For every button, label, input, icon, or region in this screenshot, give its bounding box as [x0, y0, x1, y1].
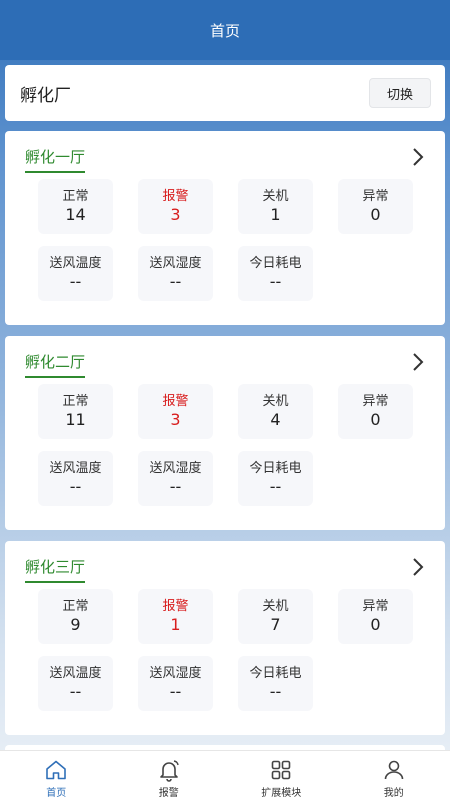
tab-label: 我的 [383, 788, 404, 799]
stat-normal: 正常 9 [38, 589, 113, 644]
home-icon [46, 760, 67, 780]
grid-icon [271, 760, 291, 780]
tab-alarm[interactable]: 报警 [113, 751, 226, 800]
stat-power-today: 今日耗电 -- [238, 246, 313, 301]
stat-alarm: 报警 3 [138, 384, 213, 439]
tab-label: 首页 [46, 788, 67, 799]
hall-card-1[interactable]: 孵化一厅 正常 14 报警 3 关机 1 异常 0 送风温度 -- 送风湿度 -… [5, 131, 445, 325]
stat-alarm: 报警 3 [138, 179, 213, 234]
stat-abnormal: 异常 0 [338, 179, 413, 234]
top-header: 首页 [0, 0, 450, 60]
bell-icon [159, 760, 179, 782]
stat-supply-humidity: 送风湿度 -- [138, 451, 213, 506]
hall-title: 孵化一厅 [25, 146, 86, 173]
bottom-tab-bar: 首页 报警 扩展模块 我的 [0, 750, 450, 800]
stat-off: 关机 7 [238, 589, 313, 644]
factory-name: 孵化厂 [20, 85, 71, 106]
stat-supply-temp: 送风温度 -- [38, 246, 113, 301]
stat-abnormal: 异常 0 [338, 589, 413, 644]
stat-abnormal: 异常 0 [338, 384, 413, 439]
factory-selector-bar: 孵化厂 切换 [5, 65, 445, 121]
stat-power-today: 今日耗电 -- [238, 656, 313, 711]
stat-supply-temp: 送风温度 -- [38, 451, 113, 506]
chevron-right-icon[interactable] [411, 557, 425, 577]
stat-supply-temp: 送风温度 -- [38, 656, 113, 711]
tab-label: 报警 [158, 788, 179, 799]
chevron-right-icon[interactable] [411, 147, 425, 167]
chevron-right-icon[interactable] [411, 352, 425, 372]
tab-label: 扩展模块 [261, 788, 302, 799]
hall-title: 孵化三厅 [25, 556, 86, 583]
stat-alarm: 报警 1 [138, 589, 213, 644]
page-title: 首页 [209, 21, 240, 40]
stat-power-today: 今日耗电 -- [238, 451, 313, 506]
stat-supply-humidity: 送风湿度 -- [138, 246, 213, 301]
hall-card-2[interactable]: 孵化二厅 正常 11 报警 3 关机 4 异常 0 送风温度 -- 送风湿度 -… [5, 336, 445, 530]
tab-home[interactable]: 首页 [0, 751, 113, 800]
hall-title: 孵化二厅 [25, 351, 86, 378]
stat-normal: 正常 11 [38, 384, 113, 439]
stat-normal: 正常 14 [38, 179, 113, 234]
hall-card-3[interactable]: 孵化三厅 正常 9 报警 1 关机 7 异常 0 送风温度 -- 送风湿度 --… [5, 541, 445, 735]
switch-factory-button[interactable]: 切换 [369, 78, 431, 108]
stat-supply-humidity: 送风湿度 -- [138, 656, 213, 711]
tab-profile[interactable]: 我的 [338, 751, 450, 800]
stat-off: 关机 1 [238, 179, 313, 234]
tab-extensions[interactable]: 扩展模块 [225, 751, 338, 800]
stat-off: 关机 4 [238, 384, 313, 439]
user-icon [384, 760, 404, 780]
